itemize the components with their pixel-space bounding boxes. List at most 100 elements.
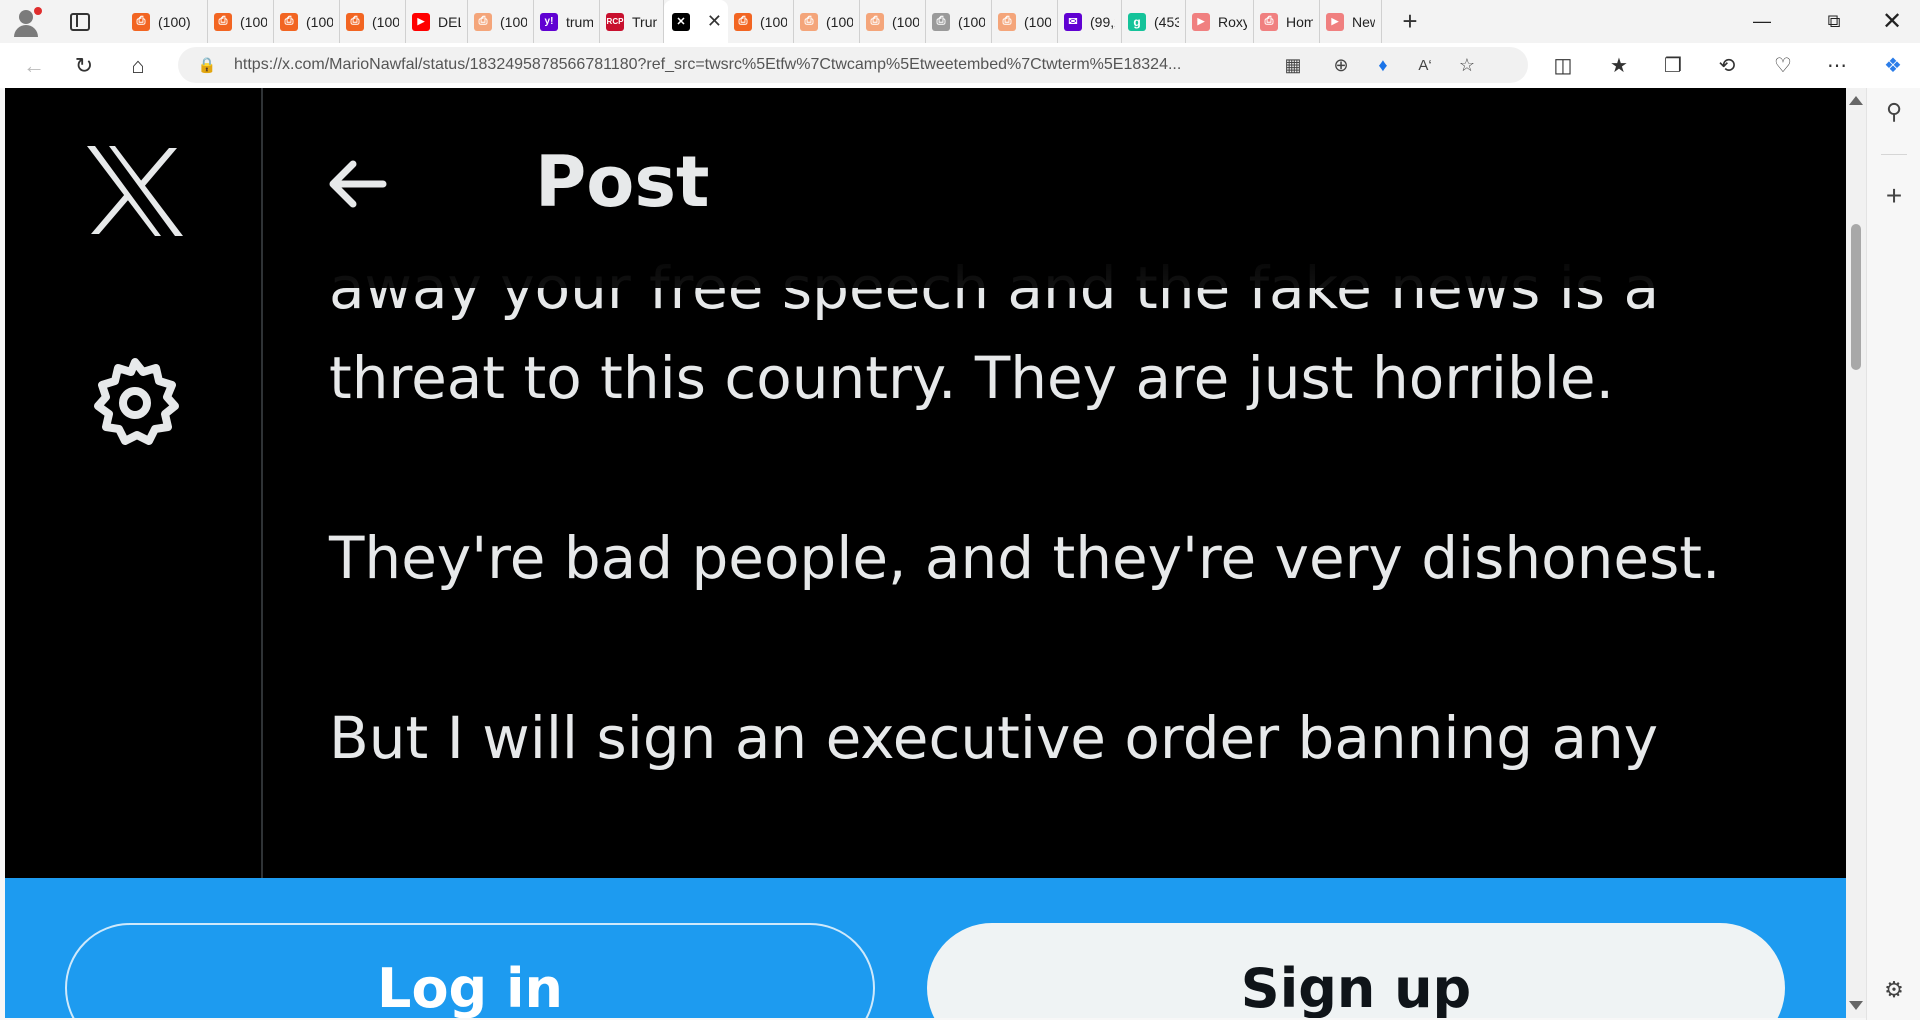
grammarly-icon: g	[1128, 12, 1146, 31]
close-tab-icon[interactable]: ✕	[707, 11, 722, 32]
history-icon[interactable]: ⟲	[1706, 43, 1748, 88]
video-icon: ▶	[1192, 12, 1210, 31]
x-icon: ✕	[672, 12, 690, 31]
scrollbar-thumb[interactable]	[1851, 224, 1861, 370]
refresh-button[interactable]: ↻	[64, 48, 104, 84]
browser-tab[interactable]: ⎙ (100)	[126, 0, 208, 43]
address-bar-row: ← ↻ ⌂ 🔒 https://x.com/MarioNawfal/status…	[0, 43, 1920, 88]
browser-tab[interactable]: y! trump	[534, 0, 600, 43]
profile-avatar-head	[19, 9, 33, 24]
login-button[interactable]: Log in	[65, 923, 875, 1018]
app-available-icon[interactable]: ▦	[1276, 47, 1310, 83]
browser-tab[interactable]: ⎙ (100)	[926, 0, 992, 43]
browser-tab[interactable]: ✕ M ✕	[664, 0, 728, 43]
zoom-icon[interactable]: ⊕	[1324, 47, 1358, 83]
url-text[interactable]: https://x.com/MarioNawfal/status/1832495…	[234, 56, 1279, 74]
tab-strip: ⎙ (100) ⎙ (100) ⎙ (100) ⎙ (100) ▶ DEL R ⎙ (100) y! tr…	[0, 0, 1920, 43]
bookmark-icon: ⎙	[800, 12, 818, 31]
tab-title: (100)	[1024, 13, 1051, 30]
tab-title: M	[698, 14, 699, 30]
tab-actions-icon	[70, 12, 90, 31]
lock-icon[interactable]: 🔒	[196, 56, 218, 74]
tab-title: (100)	[826, 13, 853, 30]
tab-title: (99,22	[1090, 13, 1115, 30]
profile-button[interactable]	[8, 4, 44, 40]
browser-tab[interactable]: ▶ DEL R	[406, 0, 468, 43]
add-sidebar-app-icon[interactable]: +	[1867, 174, 1920, 218]
tab-list: ⎙ (100) ⎙ (100) ⎙ (100) ⎙ (100) ▶ DEL R ⎙ (100) y! tr…	[126, 0, 1382, 43]
tab-title: (100)	[500, 13, 527, 30]
browser-tab[interactable]: RCP Trump	[600, 0, 664, 43]
browser-tab[interactable]: ⎙ (100)	[468, 0, 534, 43]
back-button[interactable]: ←	[14, 48, 54, 84]
tab-title: (100)	[892, 13, 919, 30]
tab-title: (100)	[760, 13, 787, 30]
bookmark-icon: ⎙	[734, 12, 752, 31]
scroll-up-arrow-icon[interactable]	[1849, 96, 1863, 105]
split-screen-icon[interactable]: ◫	[1542, 43, 1584, 88]
mail-icon: ✉	[1064, 12, 1082, 31]
bookmark-icon: ⎙	[132, 12, 150, 31]
x-logo-icon[interactable]	[85, 146, 185, 236]
photo-icon: ⎙	[932, 12, 950, 31]
favorites-icon[interactable]: ★	[1598, 43, 1640, 88]
collections-icon[interactable]: ❐	[1652, 43, 1694, 88]
tweet-text: away your free speech and the fake news …	[329, 243, 1729, 783]
browser-tab[interactable]: ⎙ (100)	[728, 0, 794, 43]
browser-tab[interactable]: ⎙ (100)	[860, 0, 926, 43]
browser-tab[interactable]: g (4530	[1122, 0, 1186, 43]
tab-title: (100)	[372, 13, 399, 30]
browser-tab[interactable]: ▶ Newt	[1320, 0, 1382, 43]
settings-gear-icon[interactable]	[90, 356, 180, 446]
shopping-tag-icon[interactable]: ♦	[1366, 47, 1400, 83]
address-bar[interactable]: 🔒 https://x.com/MarioNawfal/status/18324…	[178, 47, 1528, 83]
youtube-icon: ▶	[412, 12, 430, 31]
tab-actions-button[interactable]	[62, 4, 98, 40]
restore-button[interactable]: ⧉	[1806, 0, 1862, 43]
browser-tab[interactable]: ⎙ (100)	[274, 0, 340, 43]
bookmark-icon: ⎙	[280, 12, 298, 31]
tweet-line: They're bad people, and they're very dis…	[329, 524, 1721, 592]
browser-tab[interactable]: ⎙ (100)	[340, 0, 406, 43]
browser-tab[interactable]: ⎙ (100)	[992, 0, 1058, 43]
favorite-star-icon[interactable]: ☆	[1450, 47, 1484, 83]
page-scrollbar[interactable]	[1846, 88, 1866, 1018]
post-content-area: away your free speech and the fake news …	[263, 88, 1846, 878]
more-menu-icon[interactable]: ⋯	[1816, 43, 1858, 88]
page-title: Post	[535, 141, 710, 223]
tab-title: (100)	[158, 13, 191, 30]
tab-title: Roxy	[1218, 13, 1247, 30]
page-viewport: away your free speech and the fake news …	[5, 88, 1846, 1018]
tab-title: Home	[1286, 13, 1313, 30]
auth-bar: Log in Sign up	[5, 878, 1846, 1018]
copilot-icon[interactable]: ❖	[1872, 43, 1914, 88]
tab-title: Newt	[1352, 13, 1375, 30]
browser-tab[interactable]: ▶ Roxy	[1186, 0, 1254, 43]
sidebar-settings-icon[interactable]: ⚙	[1867, 968, 1920, 1012]
tab-title: trump	[566, 13, 593, 30]
post-header: Post	[263, 88, 1846, 288]
tab-title: DEL R	[438, 13, 461, 30]
minimize-button[interactable]: —	[1734, 0, 1790, 43]
read-aloud-icon[interactable]: A‘	[1408, 47, 1442, 83]
bookmark-icon: ⎙	[474, 12, 492, 31]
scroll-down-arrow-icon[interactable]	[1849, 1001, 1863, 1010]
browser-essentials-icon[interactable]: ♡	[1762, 43, 1804, 88]
tab-title: (4530	[1154, 13, 1179, 30]
bookmark-icon: ⎙	[998, 12, 1016, 31]
search-icon[interactable]: ⚲	[1867, 90, 1920, 134]
new-tab-button[interactable]: +	[1392, 4, 1428, 40]
tab-title: (100)	[306, 13, 333, 30]
signup-button[interactable]: Sign up	[927, 923, 1785, 1018]
tweet-line: But I will sign an executive order banni…	[329, 704, 1659, 772]
pin-icon: ⎙	[1260, 12, 1278, 31]
browser-tab[interactable]: ✉ (99,22	[1058, 0, 1122, 43]
back-arrow-icon[interactable]	[323, 154, 393, 214]
browser-tab[interactable]: ⎙ (100)	[208, 0, 274, 43]
browser-tab[interactable]: ⎙ Home	[1254, 0, 1320, 43]
browser-tab[interactable]: ⎙ (100)	[794, 0, 860, 43]
tweet-line: threat to this country. They are just ho…	[329, 344, 1615, 412]
close-window-button[interactable]: ✕	[1864, 0, 1920, 43]
home-button[interactable]: ⌂	[118, 48, 158, 84]
